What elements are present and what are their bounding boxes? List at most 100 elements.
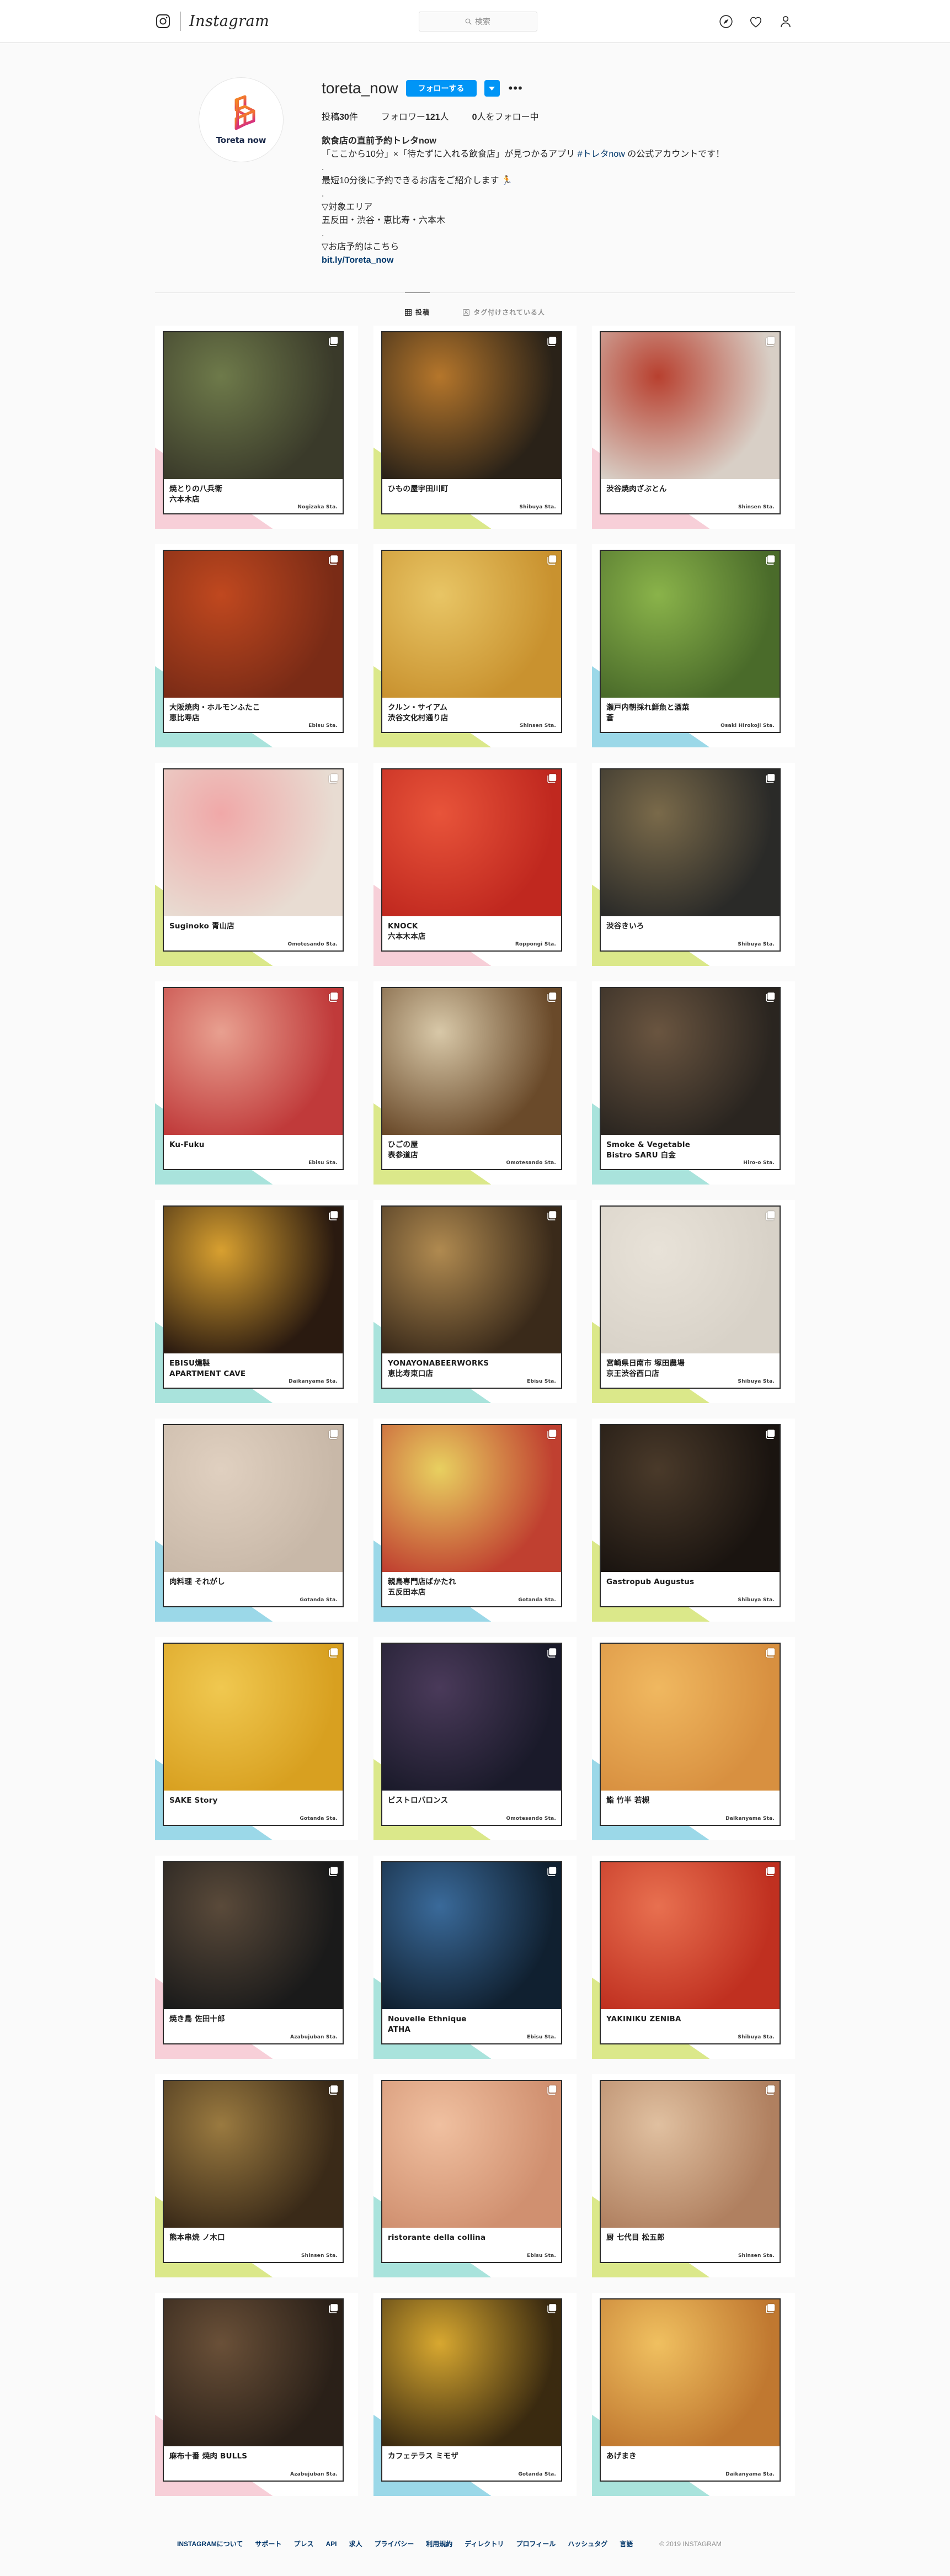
post-station-label: Daikanyama Sta. [725,1816,775,1821]
bio-dot-1: . [322,163,324,172]
post-caption: Smoke & Vegetable Bistro SARU 白金 Hiro-o St… [601,1135,780,1169]
follow-button[interactable]: フォローする [405,80,477,97]
instagram-wordmark[interactable]: Instagram [189,14,269,29]
post-tile[interactable]: クルン・サイアム 渋谷文化村通り店 Shinsen Sta. [373,544,577,747]
post-tile[interactable]: Nouvelle Ethnique ATHA Ebisu Sta. [373,1856,577,2059]
stat-posts-suffix: 件 [349,113,358,122]
tab-posts[interactable]: 投稿 [405,293,430,322]
post-caption: 厨 七代目 松五郎 Shinsen Sta. [601,2228,780,2262]
post-tile[interactable]: あげまき Daikanyama Sta. [592,2293,795,2496]
stat-followers[interactable]: フォロワー121人 [381,109,449,123]
post-tile[interactable]: ristorante della collina Ebisu Sta. [373,2074,577,2277]
stat-following[interactable]: 0人をフォロー中 [472,109,539,123]
post-shop-name: ひごの屋 [388,1140,418,1149]
post-card: 焼き鳥 佐田十郎 Azabujuban Sta. [163,1861,344,2044]
nav-brand[interactable]: Instagram [155,12,387,31]
carousel-icon [328,1210,339,1221]
bio-external-link[interactable]: bit.ly/Toreta_now [322,254,795,267]
post-tile[interactable]: 鮨 竹半 若槻 Daikanyama Sta. [592,1637,795,1840]
post-tile[interactable]: カフェテラス ミモザ Gotanda Sta. [373,2293,577,2496]
post-tile[interactable]: SAKE Story Gotanda Sta. [155,1637,358,1840]
avatar[interactable]: Toreta now [199,77,284,162]
post-tile[interactable]: 厨 七代目 松五郎 Shinsen Sta. [592,2074,795,2277]
post-caption: KNOCK 六本木本店 Roppongi Sta. [382,916,561,950]
post-photo [164,1425,343,1572]
post-tile[interactable]: 熊本串焼 ノ木口 Shinsen Sta. [155,2074,358,2277]
post-tile[interactable]: ひもの屋宇田川町 Shibuya Sta. [373,326,577,529]
post-tile[interactable]: 肉料理 それがし Gotanda Sta. [155,1419,358,1622]
post-tile[interactable]: 渋谷きいろ Shibuya Sta. [592,763,795,966]
post-shop-branch: APARTMENT CAVE [169,1369,246,1378]
page-title: toreta_now [322,79,398,97]
post-station-label: Shibuya Sta. [738,942,775,947]
post-photo [601,2081,780,2228]
carousel-icon [765,2303,776,2314]
footer-link[interactable]: API [325,2540,337,2548]
footer-link[interactable]: INSTAGRAMについて [177,2539,243,2548]
post-caption: 麻布十番 焼肉 BULLS Azabujuban Sta. [164,2446,343,2481]
carousel-icon [547,1210,557,1221]
carousel-icon [328,1866,339,1877]
search-input[interactable]: 検索 [418,11,537,31]
post-tile[interactable]: 焼き鳥 佐田十郎 Azabujuban Sta. [155,1856,358,2059]
footer-link[interactable]: 利用規約 [426,2539,452,2548]
post-card: クルン・サイアム 渋谷文化村通り店 Shinsen Sta. [381,550,562,733]
instagram-camera-icon[interactable] [155,13,171,29]
carousel-icon [765,2085,776,2095]
post-caption: クルン・サイアム 渋谷文化村通り店 Shinsen Sta. [382,698,561,732]
post-caption: 渋谷焼肉ざぶとん Shinsen Sta. [601,479,780,513]
post-station-label: Shinsen Sta. [738,2253,775,2259]
heart-icon[interactable] [749,14,763,29]
carousel-icon [328,1648,339,1658]
post-tile[interactable]: YAKINIKU ZENIBA Shibuya Sta. [592,1856,795,2059]
post-tile[interactable]: KNOCK 六本木本店 Roppongi Sta. [373,763,577,966]
post-station-label: Azabujuban Sta. [290,2035,338,2040]
footer-link[interactable]: プレス [293,2539,313,2548]
post-tile[interactable]: EBISU燻製 APARTMENT CAVE Daikanyama Sta. [155,1200,358,1403]
post-photo [601,1644,780,1791]
compass-icon[interactable] [719,14,733,29]
post-tile[interactable]: 瀬戸内朝採れ鮮魚と酒菜蒼 Osaki Hirokoji Sta. [592,544,795,747]
post-tile[interactable]: 焼とりの八兵衛 六本木店 Nogizaka Sta. [155,326,358,529]
post-tile[interactable]: 麻布十番 焼肉 BULLS Azabujuban Sta. [155,2293,358,2496]
chevron-down-icon[interactable] [484,80,500,97]
post-card: カフェテラス ミモザ Gotanda Sta. [381,2298,562,2482]
posts-grid: 焼とりの八兵衛 六本木店 Nogizaka Sta. ひもの屋宇田川町 Shibuya … [155,326,795,2529]
post-card: 瀬戸内朝採れ鮮魚と酒菜蒼 Osaki Hirokoji Sta. [600,550,781,733]
post-tile[interactable]: 宮崎県日南市 塚田農場 京王渋谷西口店 Shibuya Sta. [592,1200,795,1403]
carousel-icon [547,2303,557,2314]
footer-link[interactable]: ハッシュタグ [568,2539,607,2548]
more-options-icon[interactable]: ••• [509,82,523,94]
carousel-icon [547,1648,557,1658]
post-tile[interactable]: Gastropub Augustus Shibuya Sta. [592,1419,795,1622]
footer-link[interactable]: ディレクトリ [465,2539,504,2548]
post-photo [601,551,780,698]
post-shop-name: 大阪焼肉・ホルモンふたこ [169,703,260,712]
carousel-icon [765,336,776,347]
post-tile[interactable]: Ku-Fuku Ebisu Sta. [155,981,358,1185]
post-tile[interactable]: ビストロバロンス Omotesando Sta. [373,1637,577,1840]
post-caption: YAKINIKU ZENIBA Shibuya Sta. [601,2009,780,2043]
bio-hashtag[interactable]: #トレタnow [578,150,625,159]
footer-link[interactable]: プライバシー [374,2539,414,2548]
post-shop-name: ristorante della collina [388,2233,486,2242]
footer-link[interactable]: プロフィール [516,2539,556,2548]
post-station-label: Nogizaka Sta. [297,504,338,510]
post-tile[interactable]: YONAYONABEERWORKS 恵比寿東口店 Ebisu Sta. [373,1200,577,1403]
person-icon[interactable] [778,14,793,29]
footer-link[interactable]: 言語 [620,2539,633,2548]
tab-tagged[interactable]: タグ付けされている人 [463,293,545,322]
post-tile[interactable]: Smoke & Vegetable Bistro SARU 白金 Hiro-o St… [592,981,795,1185]
post-card: Smoke & Vegetable Bistro SARU 白金 Hiro-o St… [600,987,781,1170]
post-photo [382,1862,561,2009]
post-tile[interactable]: ひごの屋 表参道店 Omotesando Sta. [373,981,577,1185]
carousel-icon [328,992,339,1002]
post-tile[interactable]: Suginoko 青山店 Omotesando Sta. [155,763,358,966]
post-tile[interactable]: 渋谷焼肉ざぶとん Shinsen Sta. [592,326,795,529]
post-card: 渋谷焼肉ざぶとん Shinsen Sta. [600,331,781,514]
footer-link[interactable]: 求人 [349,2539,362,2548]
footer-link[interactable]: サポート [255,2539,281,2548]
post-shop-name: 熊本串焼 ノ木口 [169,2233,225,2242]
post-tile[interactable]: 親鳥専門店ばかたれ 五反田本店 Gotanda Sta. [373,1419,577,1622]
post-tile[interactable]: 大阪焼肉・ホルモンふたこ 恵比寿店 Ebisu Sta. [155,544,358,747]
